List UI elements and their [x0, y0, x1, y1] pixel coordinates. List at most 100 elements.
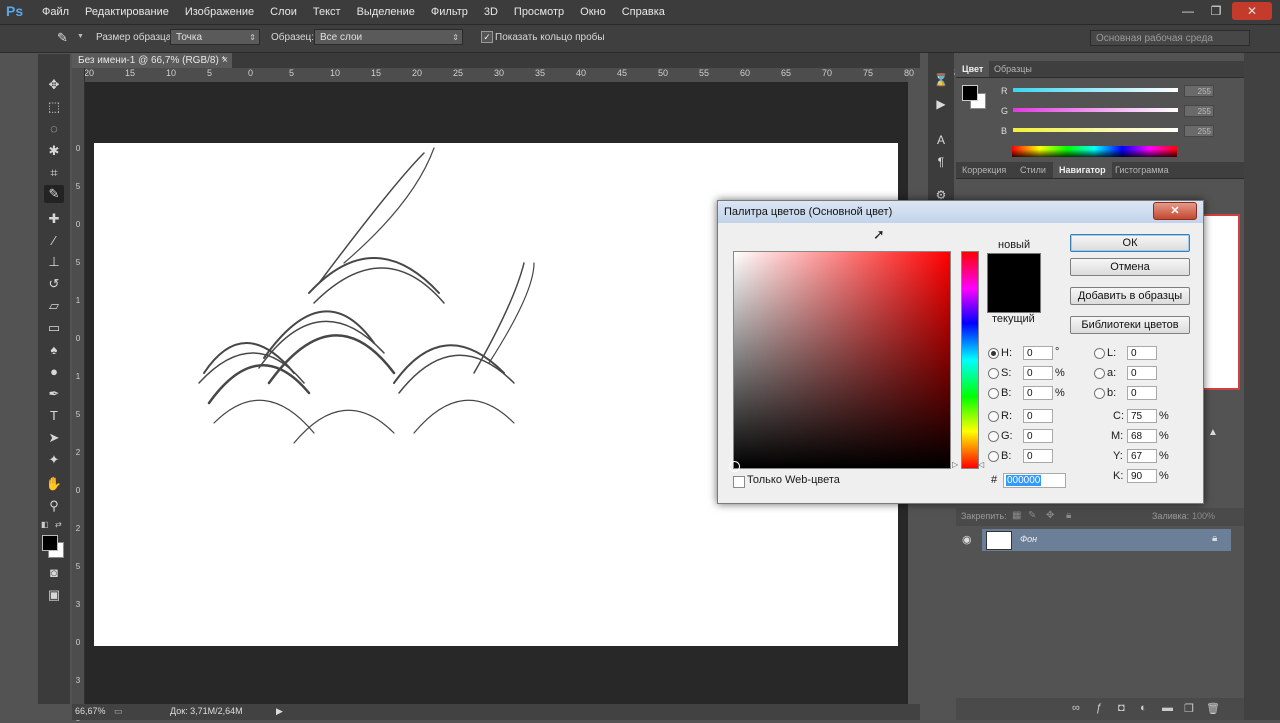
document-close-icon[interactable]: ×	[222, 53, 228, 68]
link-layers-icon[interactable]: ∞	[1072, 702, 1080, 714]
radio-l[interactable]	[1094, 348, 1105, 359]
saturation-brightness-field[interactable]	[729, 251, 951, 472]
dodge-tool-icon[interactable]: ●	[44, 363, 64, 381]
paragraph-icon[interactable]: ¶	[932, 155, 950, 171]
b-blue-field[interactable]: 0	[1023, 449, 1053, 463]
navigator-zoom-icon[interactable]: ▲	[1208, 427, 1218, 438]
hex-field[interactable]: 000000	[1003, 473, 1066, 488]
eyedropper-icon[interactable]: ✎	[57, 30, 68, 46]
sample-select[interactable]: Все слои ⇕	[314, 29, 463, 45]
new-group-icon[interactable]: ▬	[1162, 702, 1173, 714]
history-icon[interactable]: ⌛	[932, 73, 950, 89]
web-only-checkbox[interactable]	[733, 476, 745, 488]
menu-edit[interactable]: Редактирование	[77, 0, 177, 24]
ok-button[interactable]: ОК	[1070, 234, 1190, 252]
menu-filter[interactable]: Фильтр	[423, 0, 476, 24]
type-tool-icon[interactable]: T	[44, 407, 64, 425]
l-field[interactable]: 0	[1127, 346, 1157, 360]
hue-slider[interactable]	[961, 251, 979, 469]
swap-colors-icon[interactable]: ⇄	[55, 520, 62, 529]
tab-color[interactable]: Цвет	[956, 61, 990, 77]
channel-b-value[interactable]: 255	[1184, 125, 1214, 137]
crop-tool-icon[interactable]: ⌗	[44, 164, 64, 182]
b-lab-field[interactable]: 0	[1127, 386, 1157, 400]
status-menu-arrow-icon[interactable]: ▶	[276, 706, 283, 717]
close-window-button[interactable]: ✕	[1232, 2, 1272, 20]
radio-g[interactable]	[988, 431, 999, 442]
color-libraries-button[interactable]: Библиотеки цветов	[1070, 316, 1190, 334]
adjustment-layer-icon[interactable]: ◐	[1140, 702, 1147, 714]
radio-h[interactable]	[988, 348, 999, 359]
actions-play-icon[interactable]: ▶	[932, 97, 950, 113]
sample-size-select[interactable]: Точка ⇕	[170, 29, 260, 45]
cancel-button[interactable]: Отмена	[1070, 258, 1190, 276]
lock-pixels-icon[interactable]: ✎	[1028, 510, 1036, 521]
eyedropper-tool-icon[interactable]: ✎	[44, 185, 64, 203]
marquee-tool-icon[interactable]: ⬚	[44, 98, 64, 116]
blur-tool-icon[interactable]: ♠	[44, 341, 64, 359]
workspace-select[interactable]: Основная рабочая среда	[1090, 30, 1250, 46]
tool-preset-arrow-icon[interactable]: ▼	[77, 33, 84, 40]
channel-g-value[interactable]: 255	[1184, 105, 1214, 117]
r-field[interactable]: 0	[1023, 409, 1053, 423]
stamp-tool-icon[interactable]: ⊥	[44, 253, 64, 271]
menu-3d[interactable]: 3D	[476, 0, 506, 24]
menu-image[interactable]: Изображение	[177, 0, 262, 24]
hue-arrow-left-icon[interactable]: ▷	[952, 460, 958, 469]
s-field[interactable]: 0	[1023, 366, 1053, 380]
lock-position-icon[interactable]: ✥	[1046, 510, 1054, 521]
layer-visibility-eye-icon[interactable]: ◉	[962, 533, 972, 546]
lock-all-icon[interactable]: 🔒︎	[1066, 510, 1071, 521]
zoom-level[interactable]: 66,67%	[75, 706, 106, 716]
menu-view[interactable]: Просмотр	[506, 0, 572, 24]
delete-layer-icon[interactable]: 🗑︎	[1206, 702, 1220, 715]
panel-foreground-swatch[interactable]	[962, 85, 978, 101]
channel-r-value[interactable]: 255	[1184, 85, 1214, 97]
m-field[interactable]: 68	[1127, 429, 1157, 443]
lasso-tool-icon[interactable]: ◌	[44, 120, 64, 138]
path-select-tool-icon[interactable]: ➤	[44, 429, 64, 447]
add-mask-icon[interactable]: ◘	[1118, 702, 1125, 714]
zoom-tool-icon[interactable]: ⚲	[44, 497, 64, 515]
tab-swatches[interactable]: Образцы	[988, 61, 1038, 77]
channel-g-slider[interactable]	[1013, 108, 1178, 112]
new-layer-icon[interactable]: ❐	[1184, 702, 1194, 715]
screen-mode-icon[interactable]: ▣	[44, 586, 64, 604]
radio-a[interactable]	[1094, 368, 1105, 379]
fx-icon[interactable]: ƒ	[1096, 702, 1102, 714]
panel-scrollbar[interactable]	[1244, 53, 1280, 720]
radio-b-blue[interactable]	[988, 451, 999, 462]
tab-navigator[interactable]: Навигатор	[1053, 162, 1112, 178]
character-icon[interactable]: A	[932, 133, 950, 149]
c-field[interactable]: 75	[1127, 409, 1157, 423]
y-field[interactable]: 67	[1127, 449, 1157, 463]
menu-layers[interactable]: Слои	[262, 0, 305, 24]
menu-help[interactable]: Справка	[614, 0, 673, 24]
b-brightness-field[interactable]: 0	[1023, 386, 1053, 400]
dialog-titlebar[interactable]: Палитра цветов (Основной цвет) ✕	[718, 201, 1203, 223]
restore-button[interactable]: ❐	[1204, 2, 1228, 20]
default-colors-icon[interactable]: ◧	[41, 520, 49, 529]
menu-window[interactable]: Окно	[572, 0, 614, 24]
channel-r-slider[interactable]	[1013, 88, 1178, 92]
lock-transparent-icon[interactable]: ▦	[1012, 510, 1021, 521]
a-field[interactable]: 0	[1127, 366, 1157, 380]
k-field[interactable]: 90	[1127, 469, 1157, 483]
minimize-button[interactable]: —	[1176, 2, 1200, 20]
add-to-swatches-button[interactable]: Добавить в образцы	[1070, 287, 1190, 305]
menu-file[interactable]: Файл	[34, 0, 77, 24]
menu-select[interactable]: Выделение	[349, 0, 423, 24]
document-tab[interactable]: Без имени-1 @ 66,7% (RGB/8) * ×	[72, 53, 232, 68]
hue-arrow-right-icon[interactable]: ◁	[978, 460, 984, 469]
gradient-tool-icon[interactable]: ▭	[44, 319, 64, 337]
healing-brush-tool-icon[interactable]: ✚	[44, 210, 64, 228]
radio-s[interactable]	[988, 368, 999, 379]
show-ring-checkbox[interactable]: ✓	[481, 31, 493, 43]
menu-text[interactable]: Текст	[305, 0, 349, 24]
h-field[interactable]: 0	[1023, 346, 1053, 360]
navigator-view-box[interactable]	[1202, 214, 1240, 390]
tab-adjustments[interactable]: Коррекция	[956, 162, 1012, 178]
quick-mask-icon[interactable]: ◙	[44, 564, 64, 582]
color-field-cursor[interactable]	[729, 461, 740, 472]
eraser-tool-icon[interactable]: ▱	[44, 297, 64, 315]
